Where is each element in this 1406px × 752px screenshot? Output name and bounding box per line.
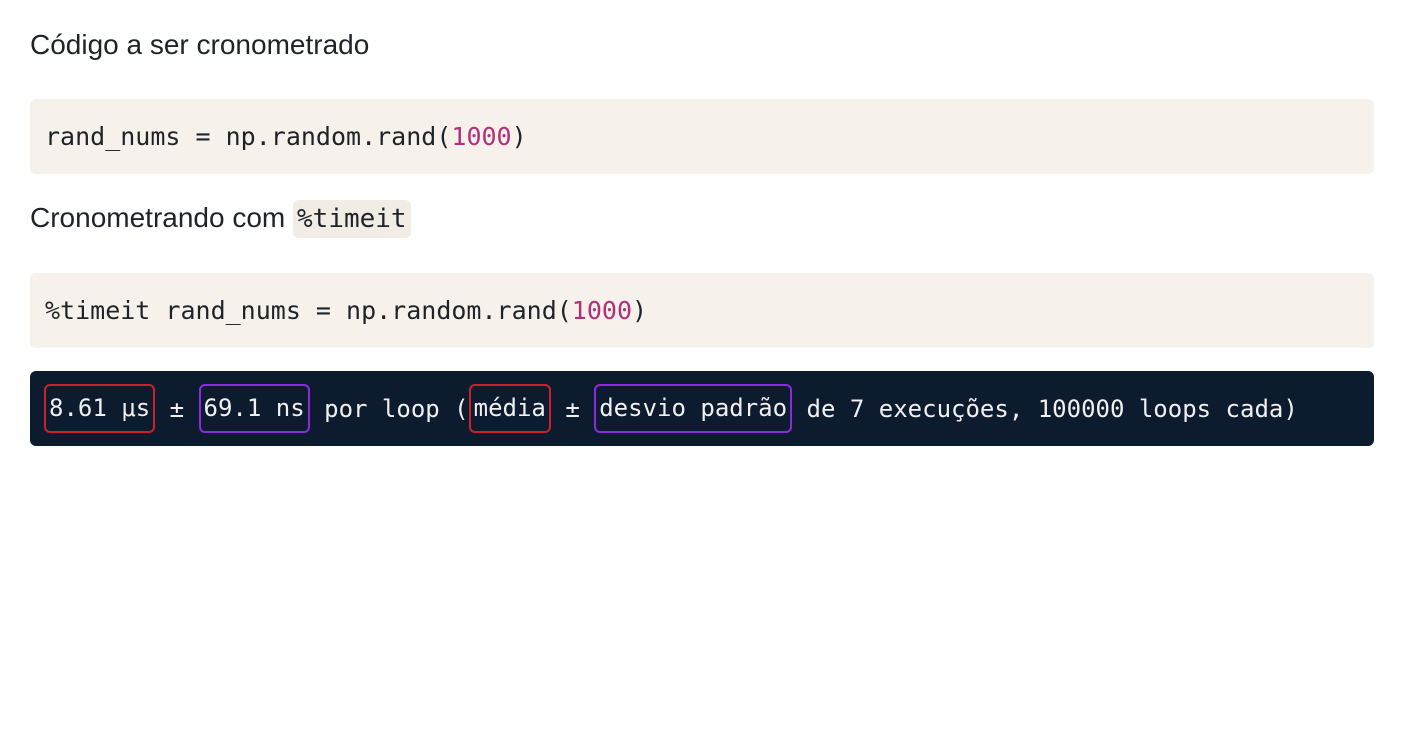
code-text: )	[511, 122, 527, 151]
output-text: ±	[155, 394, 199, 423]
code-text: rand_nums = np.random.rand(	[45, 122, 452, 151]
code-text: )	[632, 296, 648, 325]
heading-text: Cronometrando com	[30, 202, 294, 233]
output-text: ±	[550, 394, 595, 423]
highlight-mean-label: média	[468, 384, 551, 433]
output-text: por loop (	[309, 394, 469, 423]
output-text: de 7 execuções, 100000 loops cada)	[792, 394, 1298, 423]
code-block-rand-nums[interactable]: rand_nums = np.random.rand(1000)	[30, 99, 1374, 174]
highlight-std-label: desvio padrão	[594, 384, 793, 433]
code-text: %timeit rand_nums = np.random.rand(	[45, 296, 572, 325]
highlight-mean-value: 8.61 μs	[44, 384, 156, 433]
highlight-std-value: 69.1 ns	[198, 384, 310, 433]
section-heading-code: Código a ser cronometrado	[30, 29, 370, 60]
code-number-literal: 1000	[571, 296, 633, 325]
timeit-output: 8.61 μs ± 69.1 ns por loop (média ± desv…	[30, 371, 1374, 446]
code-block-timeit[interactable]: %timeit rand_nums = np.random.rand(1000)	[30, 273, 1374, 348]
code-number-literal: 1000	[451, 122, 512, 151]
section-heading-timeit: Cronometrando com %timeit	[30, 200, 411, 238]
inline-code-timeit: %timeit	[293, 200, 411, 238]
